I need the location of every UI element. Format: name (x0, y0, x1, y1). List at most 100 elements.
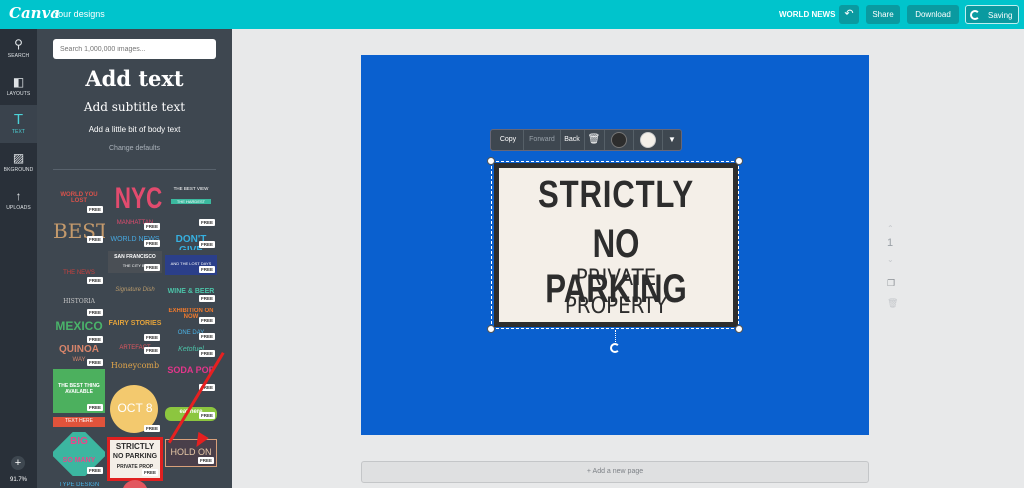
free-badge: FREE (143, 240, 160, 247)
tile-text: NO PARKING (112, 453, 158, 460)
text-template-tile[interactable]: WINE & BEER FREE (165, 286, 217, 304)
saving-button[interactable]: Saving (965, 5, 1019, 24)
free-badge: FREE (86, 309, 103, 316)
text-template-tile[interactable]: THE BEST THING AVAILABLE FREE (53, 369, 105, 413)
tile-text: TYPE DESIGN (58, 482, 100, 488)
free-badge: FREE (198, 266, 215, 273)
free-badge: FREE (86, 467, 103, 474)
change-defaults-link[interactable]: Change defaults (37, 145, 232, 152)
tile-text: TEXT HERE (65, 418, 93, 424)
tile-text: SAN FRANCISCO (114, 254, 156, 260)
text-template-tile[interactable]: BEST FREE (53, 219, 105, 245)
selected-template-tile[interactable]: STRICTLY NO PARKING PRIVATE PROP FREE (107, 437, 163, 481)
text-template-tile[interactable]: Ketofuel FREE (165, 345, 217, 359)
free-badge: FREE (143, 425, 160, 432)
text-template-tile[interactable]: ONE DAY FREE (165, 328, 217, 342)
text-template-tile[interactable]: WORLD YOU LOST FREE (53, 189, 105, 215)
text-template-tile[interactable]: Honeycomb (108, 361, 162, 375)
document-title[interactable]: WORLD NEWS (779, 10, 835, 19)
rail-label: BKGROUND (3, 167, 34, 173)
your-designs-link[interactable]: Your designs (53, 9, 105, 19)
text-template-tile[interactable]: TYPE DESIGN (53, 482, 105, 488)
resize-handle-bottom-right[interactable] (735, 325, 743, 333)
free-badge: FREE (198, 241, 215, 248)
text-template-tile[interactable]: NYC MANHATTAN FREE (108, 182, 162, 232)
rail-item-search[interactable]: ⚲ SEARCH (0, 29, 37, 67)
trash-icon[interactable]: 🗑 (585, 130, 603, 150)
text-template-tile[interactable]: BIG SO MANY FREE (53, 432, 105, 476)
image-search-input[interactable] (53, 39, 216, 59)
zoom-level: 91.7% (9, 477, 27, 483)
tile-text: THE HARDEST (171, 199, 211, 204)
sign-line-property[interactable]: PROPERTY (511, 294, 722, 319)
text-template-tile[interactable]: OCT 8 FREE (108, 384, 162, 434)
duplicate-page-icon[interactable]: ❐ (887, 278, 895, 289)
text-template-tile[interactable]: TEXT HERE (53, 417, 105, 427)
forward-button[interactable]: Forward (524, 130, 560, 150)
color-swatch-dark[interactable] (611, 132, 627, 148)
rotate-handle-icon[interactable] (610, 343, 620, 353)
zoom-in-button[interactable]: + (11, 456, 25, 470)
rail-label: UPLOADS (6, 205, 31, 211)
rail-label: LAYOUTS (6, 91, 31, 97)
panel-divider (53, 169, 216, 170)
move-up-icon[interactable]: ⌃ (887, 224, 894, 233)
toolbar-divider (633, 130, 634, 150)
free-badge: FREE (198, 295, 215, 302)
text-template-tile[interactable]: ARTEFACT FREE (108, 344, 162, 356)
move-down-icon[interactable]: ⌄ (887, 255, 894, 264)
tile-shape (122, 480, 148, 488)
free-badge: FREE (198, 350, 215, 357)
no-parking-sign[interactable]: STRICTLY NO PARKING PRIVATE PROPERTY (494, 163, 738, 327)
delete-page-icon[interactable]: 🗑 (887, 298, 898, 309)
text-template-tile[interactable]: THE BEST VIEW THE HARDEST FREE (165, 182, 217, 228)
top-bar: Canva Your designs WORLD NEWS ↶ Share Do… (0, 0, 1024, 29)
rail-item-layouts[interactable]: ◧ LAYOUTS (0, 67, 37, 105)
text-template-tile[interactable]: DON'T GIVE FREE (165, 234, 217, 250)
tile-text: THE NEWS (63, 270, 95, 276)
text-template-tile[interactable]: HISTORIA FREE (53, 292, 105, 318)
free-badge: FREE (198, 333, 215, 340)
text-template-tile[interactable]: QUINOA WAY FREE (53, 342, 105, 368)
text-template-tile[interactable]: EXHIBITION ON NOW FREE (165, 308, 217, 326)
resize-handle-top-right[interactable] (735, 157, 743, 165)
text-icon: T (13, 111, 24, 128)
tile-text: THE BEST VIEW (173, 186, 209, 191)
text-template-tile[interactable]: THE NEWS FREE (53, 256, 105, 286)
text-template-tile[interactable]: AND THE LOST DAYS FREE (165, 255, 217, 275)
rail-item-text[interactable]: T TEXT (0, 105, 37, 143)
rail-item-uploads[interactable]: ↑ UPLOADS (0, 181, 37, 219)
text-template-tile[interactable]: FAIRY STORIES FREE (108, 317, 162, 343)
free-badge: FREE (198, 219, 215, 226)
text-template-tile[interactable] (108, 480, 162, 488)
copy-button[interactable]: Copy (495, 130, 521, 150)
chevron-down-icon[interactable]: ▼ (663, 130, 681, 150)
free-badge: FREE (86, 404, 103, 411)
tile-text: Honeycomb (110, 361, 160, 370)
free-badge: FREE (143, 223, 160, 230)
text-template-tile[interactable]: SAN FRANCISCO THE CITY BY FREE (108, 251, 162, 273)
add-subtitle-option[interactable]: Add subtitle text (37, 100, 232, 114)
download-button[interactable]: Download (907, 5, 959, 24)
tile-text: HISTORIA (63, 298, 95, 305)
resize-handle-top-left[interactable] (487, 157, 495, 165)
resize-handle-bottom-left[interactable] (487, 325, 495, 333)
share-button[interactable]: Share (866, 5, 900, 24)
free-badge: FREE (86, 236, 103, 243)
add-body-option[interactable]: Add a little bit of body text (37, 125, 232, 134)
rail-item-background[interactable]: ▨ BKGROUND (0, 143, 37, 181)
sign-line-private[interactable]: PRIVATE (511, 266, 722, 291)
text-template-tile[interactable]: WORLD NEWS FREE (108, 235, 162, 249)
tile-text: WORLD YOU LOST (60, 192, 98, 204)
sign-line-strictly[interactable]: STRICTLY (520, 174, 712, 217)
tile-text: HOLD ON (170, 447, 212, 457)
text-template-tile[interactable]: Signature Dish (108, 279, 162, 305)
text-panel: Add text Add subtitle text Add a little … (37, 29, 232, 488)
undo-button[interactable]: ↶ (839, 5, 859, 24)
color-swatch-light[interactable] (640, 132, 656, 148)
element-toolbar: Copy Forward Back 🗑 ▼ (490, 129, 682, 151)
add-heading-option[interactable]: Add text (37, 66, 232, 91)
spinner-icon (970, 10, 980, 20)
back-button[interactable]: Back (561, 130, 583, 150)
add-page-button[interactable]: + Add a new page (361, 461, 869, 483)
